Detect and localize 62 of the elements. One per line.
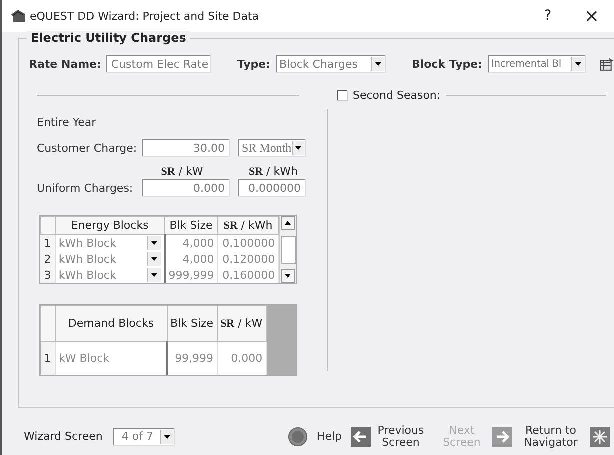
rate-name-field[interactable]: Custom Elec Rate — [106, 55, 212, 73]
table-cell: 999,999 — [164, 267, 218, 283]
table-cell: 4,000 — [164, 251, 218, 267]
column-header: Blk Size — [167, 306, 218, 342]
scroll-down-icon[interactable] — [281, 269, 296, 283]
table-cell: 0.160000 — [218, 267, 279, 283]
column-header: SR / kW — [217, 306, 266, 342]
caret-icon — [164, 434, 171, 438]
scroll-bar[interactable] — [279, 216, 296, 283]
unit-dropdown[interactable]: SR Month — [238, 139, 306, 157]
season-label: Entire Year — [37, 116, 98, 129]
block-type-cell[interactable]: kW Block — [56, 342, 167, 375]
help-button[interactable]: Help — [312, 430, 346, 442]
block-type-dropdown[interactable]: Incremental Bl — [488, 55, 586, 73]
table-edit-icon[interactable] — [600, 58, 614, 70]
caret-icon — [295, 146, 302, 150]
return-button[interactable]: Return to Navigator — [517, 424, 585, 448]
checkbox[interactable] — [337, 90, 348, 101]
scroll-thumb[interactable] — [280, 236, 296, 264]
field-label: Rate Name: — [29, 58, 102, 70]
scroll-up-icon[interactable] — [281, 216, 296, 230]
wizard-screen-dropdown[interactable]: 4 of 7 — [112, 428, 175, 446]
caret-icon — [375, 62, 382, 66]
row-number: 1 — [40, 342, 56, 375]
table-cell: 0.100000 — [218, 234, 279, 251]
column-header: Demand Blocks — [56, 306, 167, 342]
window-title: eQUEST DD Wizard: Project and Site Data — [30, 10, 259, 22]
caret-icon — [150, 273, 158, 277]
field-label: Block Type: — [412, 58, 483, 70]
row-number: 1 — [40, 234, 56, 251]
column-header: SR / kWh — [218, 216, 279, 234]
charge-field[interactable]: 0.000000 — [238, 179, 306, 197]
previous-screen-button[interactable]: Previous Screen — [373, 424, 429, 448]
charge-field[interactable]: 0.000 — [142, 179, 230, 197]
field-label: Type: — [237, 58, 271, 70]
field-label: Wizard Screen — [24, 430, 103, 443]
column-heading: SR / kWh — [248, 164, 299, 178]
caret-icon — [150, 257, 158, 261]
caret-icon — [575, 62, 582, 66]
block-type-cell[interactable]: kWh Block — [55, 234, 165, 251]
table-cell: 0.000 — [217, 342, 266, 375]
column-heading: SR / kW — [160, 164, 204, 178]
row-number: 3 — [40, 267, 56, 283]
table-cell: 4,000 — [164, 234, 218, 251]
help-button[interactable]: ? — [526, 8, 570, 24]
block-type-cell[interactable]: kWh Block — [55, 267, 165, 283]
block-type-cell[interactable]: kWh Block — [55, 251, 165, 267]
checkbox-label: Second Season: — [353, 89, 441, 102]
navigator-icon[interactable] — [590, 426, 610, 446]
field-label: Uniform Charges: — [37, 182, 134, 194]
table-cell: 99,999 — [167, 342, 218, 375]
type-dropdown[interactable]: Block Charges — [276, 55, 386, 73]
close-button[interactable]: × — [570, 6, 614, 26]
column-header: Blk Size — [164, 216, 218, 234]
field-label: Customer Charge: — [37, 142, 138, 154]
column-header: Energy Blocks — [55, 216, 165, 234]
caret-icon — [150, 241, 158, 245]
row-number: 2 — [40, 251, 56, 267]
table-cell: 0.120000 — [218, 251, 279, 267]
app-icon — [10, 9, 26, 23]
customer-charge-field[interactable]: 30.00 — [142, 139, 230, 157]
group-title: Electric Utility Charges — [27, 31, 190, 45]
